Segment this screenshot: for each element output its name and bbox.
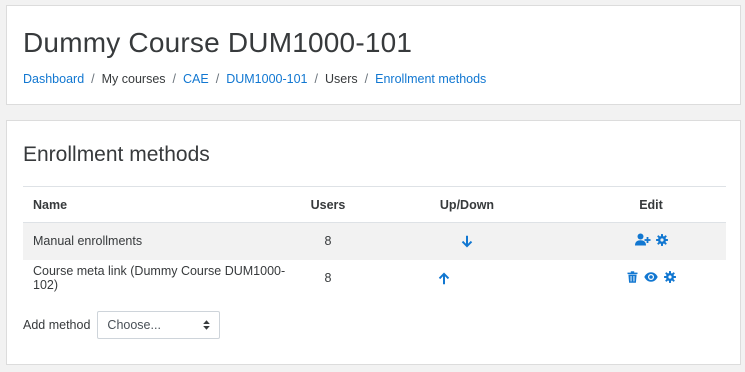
- breadcrumb-cae[interactable]: CAE: [183, 72, 209, 86]
- edit-cell: [576, 260, 726, 297]
- breadcrumb-separator: /: [91, 72, 95, 86]
- settings-gear-icon[interactable]: [663, 270, 676, 283]
- main-content: Enrollment methods Name Users Up/Down Ed…: [6, 120, 741, 365]
- breadcrumb: Dashboard / My courses / CAE / DUM1000-1…: [23, 72, 486, 86]
- breadcrumb-enrollment-methods[interactable]: Enrollment methods: [375, 72, 486, 86]
- arrow-up-icon[interactable]: [438, 272, 450, 285]
- column-header-name: Name: [23, 186, 298, 223]
- breadcrumb-separator: /: [172, 72, 177, 86]
- table-row: Manual enrollments 8: [23, 222, 726, 260]
- breadcrumb-course[interactable]: DUM1000-101: [226, 72, 307, 86]
- breadcrumb-users: Users: [325, 72, 358, 86]
- breadcrumb-my-courses: My courses: [101, 72, 166, 86]
- move-cell: [358, 260, 576, 297]
- page-title: Dummy Course DUM1000-101: [23, 27, 413, 58]
- method-users-count: 8: [298, 222, 358, 260]
- add-method-select[interactable]: Choose...: [97, 311, 221, 339]
- add-method-label: Add method: [23, 318, 91, 332]
- section-title: Enrollment methods: [23, 143, 210, 166]
- breadcrumb-separator: /: [215, 72, 220, 86]
- breadcrumb-dashboard[interactable]: Dashboard: [23, 72, 84, 86]
- move-cell: [358, 222, 576, 260]
- column-header-updown: Up/Down: [358, 186, 576, 223]
- breadcrumb-separator: /: [314, 72, 318, 86]
- column-header-users: Users: [298, 186, 358, 223]
- page-header: Dummy Course DUM1000-101 Dashboard / My …: [6, 5, 741, 105]
- add-method-selected-value: Choose...: [107, 318, 161, 332]
- method-users-count: 8: [324, 271, 332, 285]
- arrow-down-icon[interactable]: [461, 235, 473, 248]
- trash-icon[interactable]: [627, 270, 638, 283]
- column-header-edit: Edit: [576, 186, 726, 223]
- enrol-users-icon[interactable]: [634, 233, 651, 246]
- breadcrumb-separator: /: [364, 72, 369, 86]
- select-caret-icon: [203, 320, 211, 330]
- method-name: Manual enrollments: [23, 222, 298, 260]
- table-row: Course meta link (Dummy Course DUM1000-1…: [23, 260, 726, 297]
- edit-cell: [576, 222, 726, 260]
- table-header-row: Name Users Up/Down Edit: [23, 186, 726, 223]
- enrollment-methods-table: Name Users Up/Down Edit Manual enrollmen…: [23, 186, 726, 297]
- method-name: Course meta link (Dummy Course DUM1000-1…: [33, 264, 286, 292]
- settings-gear-icon[interactable]: [655, 233, 668, 246]
- eye-icon[interactable]: [643, 271, 658, 282]
- add-method-row: Add method Choose...: [23, 311, 221, 339]
